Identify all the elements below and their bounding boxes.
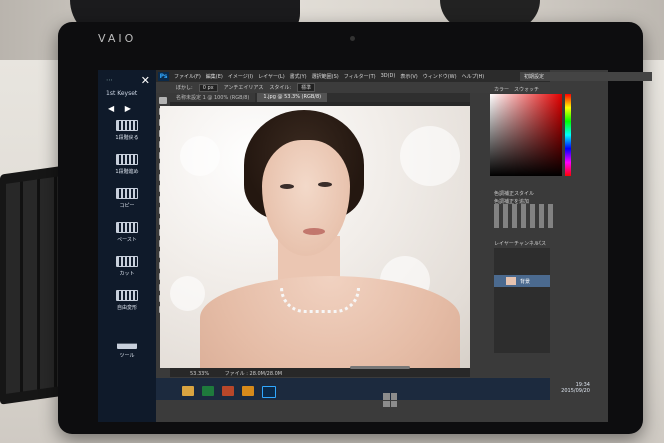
windows-logo-icon[interactable] — [383, 393, 397, 407]
menu-filter[interactable]: フィルター(T) — [344, 73, 376, 80]
left-eye-shape — [280, 184, 294, 189]
keyboard-icon — [116, 256, 138, 267]
keyset-cut-button[interactable]: カット — [104, 254, 150, 286]
powerpoint-icon[interactable] — [222, 386, 234, 396]
menu-type[interactable]: 書式(Y) — [290, 73, 307, 80]
keyset-undo-label: 1段階戻る — [115, 135, 139, 141]
grip-icon[interactable]: ⋯ — [106, 76, 113, 84]
keyset-copy-button[interactable]: コピー — [104, 186, 150, 218]
menu-window[interactable]: ウィンドウ(W) — [423, 73, 457, 80]
color-picker-field[interactable] — [490, 94, 562, 176]
style-select[interactable]: 標準 — [297, 83, 316, 92]
style-label: スタイル: — [269, 85, 292, 91]
excel-icon[interactable] — [202, 386, 214, 396]
swatches-panel-tab[interactable]: スウォッチ — [514, 86, 539, 93]
tab-document-untitled[interactable]: 名称未設定 1 @ 100% (RGB/8) — [170, 93, 256, 102]
menu-file[interactable]: ファイル(F) — [174, 73, 201, 80]
keyset-tools-label: ツール — [119, 353, 135, 359]
keyset-title: 1st Keyset — [106, 90, 138, 97]
ps-menubar: Ps ファイル(F) 編集(E) イメージ(I) レイヤー(L) 書式(Y) 選… — [156, 70, 550, 82]
keyboard-icon — [116, 290, 138, 301]
color-panel-tab[interactable]: カラー — [494, 86, 509, 93]
antialias-checkbox[interactable]: アンチエイリアス — [224, 84, 264, 91]
layer-row-background[interactable]: 背景 — [494, 275, 550, 287]
keyboard-icon — [116, 188, 138, 199]
layer-thumbnail — [506, 277, 516, 285]
workspace-select[interactable]: 初期設定 — [520, 72, 652, 81]
menu-edit[interactable]: 編集(E) — [206, 73, 223, 80]
next-keyset-icon[interactable]: ▶ — [125, 104, 131, 113]
keyset-nav[interactable]: ◀ ▶ — [108, 104, 131, 113]
menu-help[interactable]: ヘルプ(H) — [462, 73, 485, 80]
tab-document-photo[interactable]: 1.jpg @ 53.3% (RGB/8) — [257, 93, 328, 102]
paths-panel-tab[interactable]: パス — [536, 240, 546, 247]
keyset-transform-button[interactable]: 自由変形 — [104, 288, 150, 320]
keyset-undo-button[interactable]: 1段階戻る — [104, 118, 150, 150]
clock-date: 2015/09/20 — [561, 388, 590, 394]
keyset-transform-label: 自由変形 — [116, 305, 137, 311]
photoshop-taskbar-icon[interactable] — [262, 386, 276, 398]
keyset-redo-label: 1段階進め — [115, 169, 139, 175]
keyset-tools-button[interactable]: ツール — [104, 338, 150, 370]
close-icon[interactable]: ✕ — [141, 74, 150, 87]
blur-input[interactable]: 0 px — [198, 83, 218, 92]
taskbar-clock[interactable]: 19:34 2015/09/20 — [540, 382, 590, 394]
menu-view[interactable]: 表示(V) — [400, 73, 417, 80]
toolbox-icon — [117, 343, 137, 349]
menu-select[interactable]: 選択範囲(S) — [312, 73, 339, 80]
keyboard-icon — [116, 154, 138, 165]
adjustment-icons[interactable] — [494, 204, 554, 228]
hue-slider[interactable] — [565, 94, 571, 176]
brand-logo: VAIO — [98, 32, 137, 45]
menu-layer[interactable]: レイヤー(L) — [258, 73, 285, 80]
right-eye-shape — [318, 182, 332, 187]
adjustments-panel-tab[interactable]: 色調補正 — [494, 190, 514, 197]
keyset-paste-button[interactable]: ペースト — [104, 220, 150, 252]
lips-shape — [303, 228, 325, 235]
illustrator-icon[interactable] — [242, 386, 254, 396]
windows-taskbar — [156, 378, 550, 400]
canvas-scrollbar[interactable] — [350, 366, 410, 369]
file-size-readout: ファイル : 28.0M/28.0M — [224, 371, 283, 377]
portrait-photo[interactable] — [160, 106, 478, 368]
styles-panel-tab[interactable]: スタイル — [514, 190, 534, 197]
blur-label: ぼかし: — [176, 85, 193, 91]
move-tool-icon[interactable] — [159, 97, 167, 104]
keyboard-icon — [116, 222, 138, 233]
keyset-panel: ⋯ ✕ 1st Keyset ◀ ▶ 1段階戻る 1段階進め コピー ペースト … — [98, 70, 156, 422]
keyset-redo-button[interactable]: 1段階進め — [104, 152, 150, 184]
keyboard-icon — [116, 120, 138, 131]
zoom-readout: 53.33% — [190, 371, 210, 377]
necklace-shape — [280, 288, 360, 313]
layers-list — [494, 248, 550, 353]
document-tabs: 名称未設定 1 @ 100% (RGB/8) 1.jpg @ 53.3% (RG… — [170, 93, 470, 102]
layers-panel-tab[interactable]: レイヤー — [494, 240, 514, 247]
menu-3d[interactable]: 3D(D) — [381, 73, 396, 79]
keyset-paste-label: ペースト — [117, 237, 137, 243]
layer-name: 背景 — [520, 279, 531, 285]
keyset-copy-label: コピー — [119, 203, 135, 209]
keyset-cut-label: カット — [119, 271, 135, 277]
prev-keyset-icon[interactable]: ◀ — [108, 104, 114, 113]
menu-image[interactable]: イメージ(I) — [228, 73, 253, 80]
front-camera — [350, 36, 355, 41]
photoshop-logo-icon: Ps — [158, 71, 169, 81]
file-explorer-icon[interactable] — [182, 386, 194, 396]
